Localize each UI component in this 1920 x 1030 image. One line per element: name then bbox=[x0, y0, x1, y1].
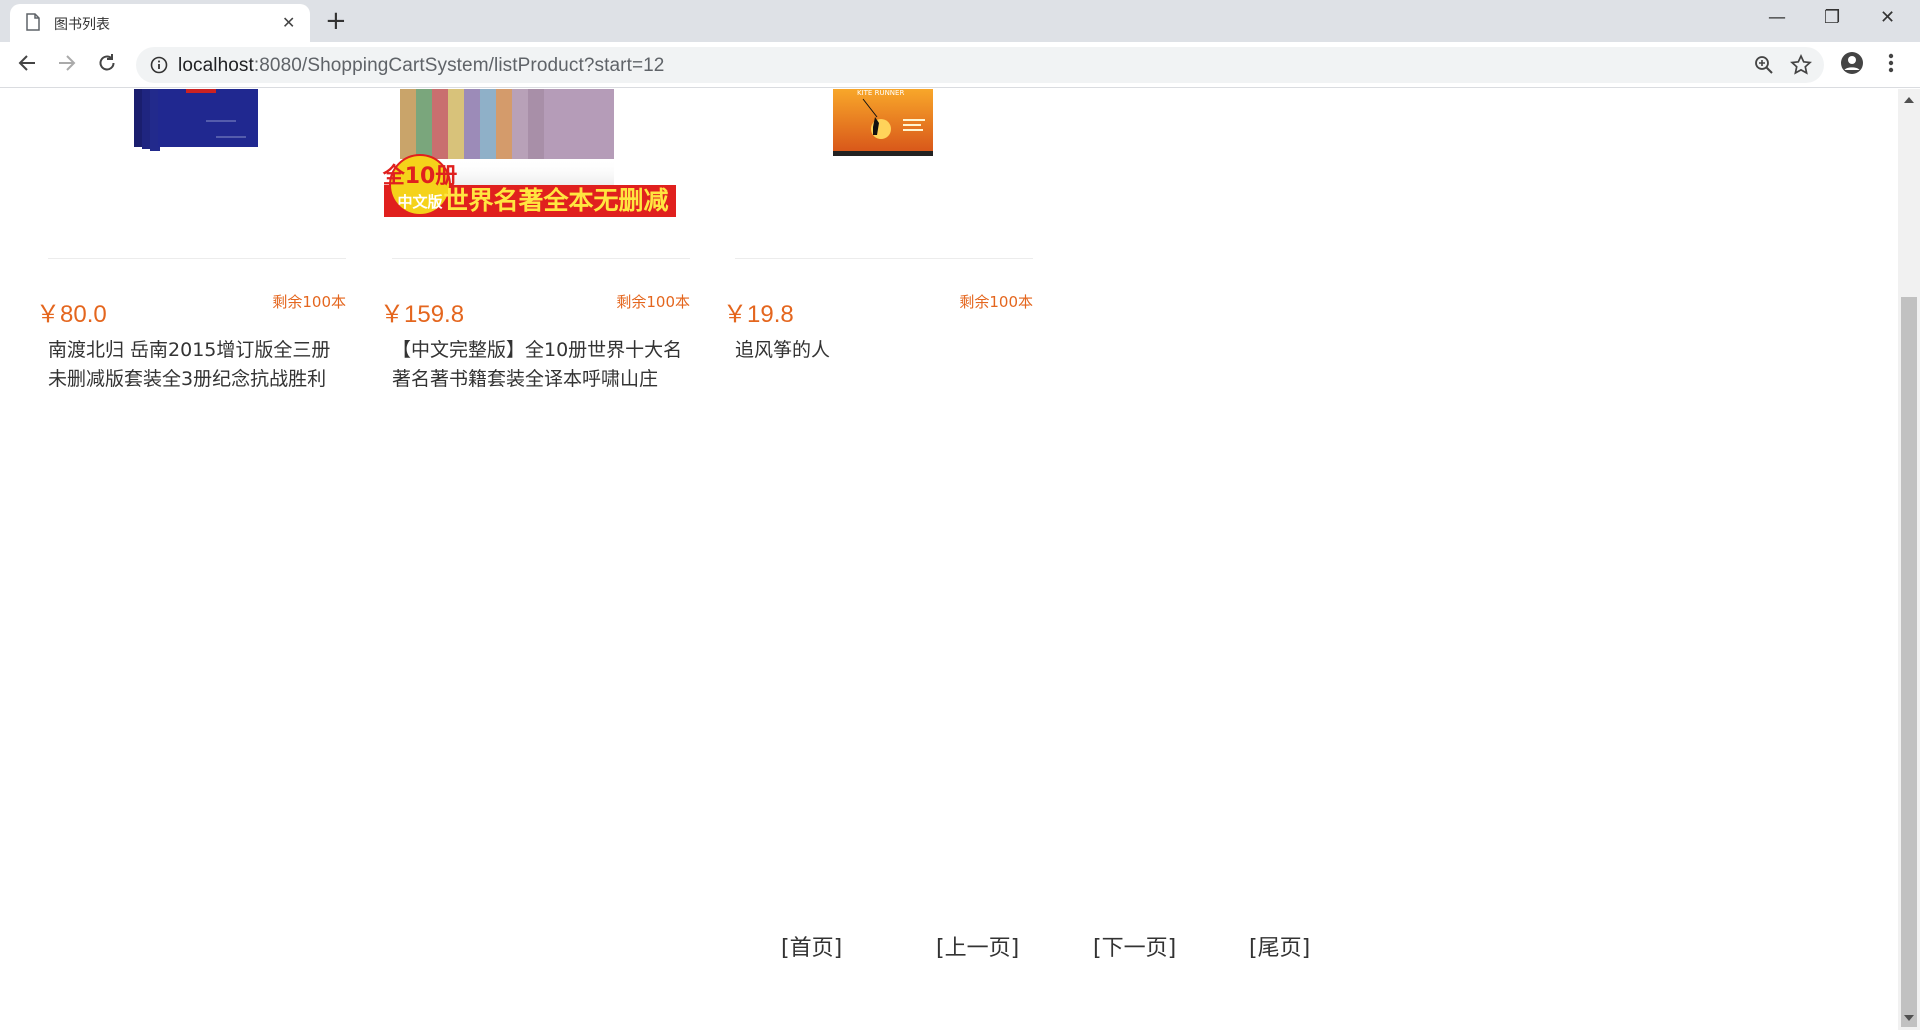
info-icon[interactable] bbox=[150, 56, 168, 78]
tab-book-list[interactable]: 图书列表 ✕ bbox=[10, 4, 310, 42]
close-tab-icon[interactable]: ✕ bbox=[282, 14, 295, 32]
banner-text: 世界名著全本无删减 bbox=[443, 186, 668, 215]
book-set-blue-cover-image bbox=[134, 89, 258, 151]
close-window-button[interactable]: ✕ bbox=[1880, 8, 1895, 28]
scrollbar-thumb[interactable] bbox=[1901, 297, 1917, 1027]
product-name[interactable]: 追风筝的人 bbox=[735, 336, 1031, 394]
product-price: ￥80.0 bbox=[36, 301, 107, 328]
product-stock: 剩余100本 bbox=[959, 293, 1033, 311]
minimize-button[interactable]: — bbox=[1768, 8, 1786, 28]
browser-toolbar: localhost:8080/ShoppingCartSystem/listPr… bbox=[0, 42, 1920, 88]
kite-runner-cover-image: KITE RUNNER bbox=[833, 89, 933, 156]
product-stock: 剩余100本 bbox=[272, 293, 346, 311]
product-stock: 剩余100本 bbox=[616, 293, 690, 311]
product-image[interactable]: KITE RUNNER bbox=[723, 89, 1033, 259]
scroll-down-arrow-icon[interactable] bbox=[1904, 1015, 1914, 1021]
tab-title: 图书列表 bbox=[54, 17, 110, 33]
divider bbox=[48, 258, 346, 259]
world-classics-10-books-image: 全10册 中文版 世界名著全本无删减 bbox=[382, 89, 676, 217]
page-viewport: ￥80.0 剩余100本 南渡北归 岳南2015增订版全三册未删减版套装全3册纪… bbox=[0, 89, 1898, 1030]
product-image[interactable] bbox=[36, 89, 346, 259]
cover-title-text: KITE RUNNER bbox=[857, 89, 904, 97]
address-bar[interactable]: localhost:8080/ShoppingCartSystem/listPr… bbox=[136, 47, 1824, 83]
product-card[interactable]: KITE RUNNER ￥19.8 剩余100本 追风筝的人 bbox=[723, 89, 1033, 429]
scroll-up-arrow-icon[interactable] bbox=[1904, 97, 1914, 103]
vertical-scrollbar[interactable] bbox=[1898, 89, 1920, 1030]
product-image[interactable]: 全10册 中文版 世界名著全本无删减 bbox=[380, 89, 690, 259]
prev-page-link[interactable]: [上一页] bbox=[936, 936, 1019, 962]
next-page-link[interactable]: [下一页] bbox=[1093, 936, 1176, 962]
first-page-link[interactable]: [首页] bbox=[781, 936, 842, 962]
more-menu-icon[interactable] bbox=[1888, 51, 1894, 79]
product-name[interactable]: 南渡北归 岳南2015增订版全三册未删减版套装全3册纪念抗战胜利 bbox=[48, 336, 344, 394]
product-price: ￥159.8 bbox=[380, 301, 465, 328]
tab-strip: 图书列表 ✕ + — ❐ ✕ bbox=[0, 0, 1920, 42]
badge-text-bottom: 中文版 bbox=[397, 193, 442, 211]
zoom-icon[interactable] bbox=[1754, 55, 1774, 79]
profile-avatar-icon[interactable] bbox=[1840, 51, 1864, 79]
url-text[interactable]: localhost:8080/ShoppingCartSystem/listPr… bbox=[178, 55, 664, 77]
restore-button[interactable]: ❐ bbox=[1824, 8, 1840, 28]
bookmark-star-icon[interactable] bbox=[1790, 53, 1812, 80]
product-name[interactable]: 【中文完整版】全10册世界十大名著名著书籍套装全译本呼啸山庄 bbox=[392, 336, 688, 394]
product-price: ￥19.8 bbox=[723, 301, 794, 328]
url-path: :8080/ShoppingCartSystem/listProduct?sta… bbox=[253, 55, 665, 76]
reload-icon[interactable] bbox=[96, 52, 118, 78]
product-card[interactable]: ￥80.0 剩余100本 南渡北归 岳南2015增订版全三册未删减版套装全3册纪… bbox=[36, 89, 346, 429]
product-card[interactable]: 全10册 中文版 世界名著全本无删减 ￥159.8 剩余100本 【中文完整版】… bbox=[380, 89, 690, 429]
document-icon bbox=[26, 13, 40, 35]
divider bbox=[735, 258, 1033, 259]
new-tab-button[interactable]: + bbox=[325, 6, 347, 36]
back-arrow-icon[interactable] bbox=[16, 52, 38, 78]
url-host: localhost bbox=[178, 55, 254, 76]
forward-arrow-icon[interactable] bbox=[56, 52, 78, 78]
last-page-link[interactable]: [尾页] bbox=[1249, 936, 1310, 962]
divider bbox=[392, 258, 690, 259]
